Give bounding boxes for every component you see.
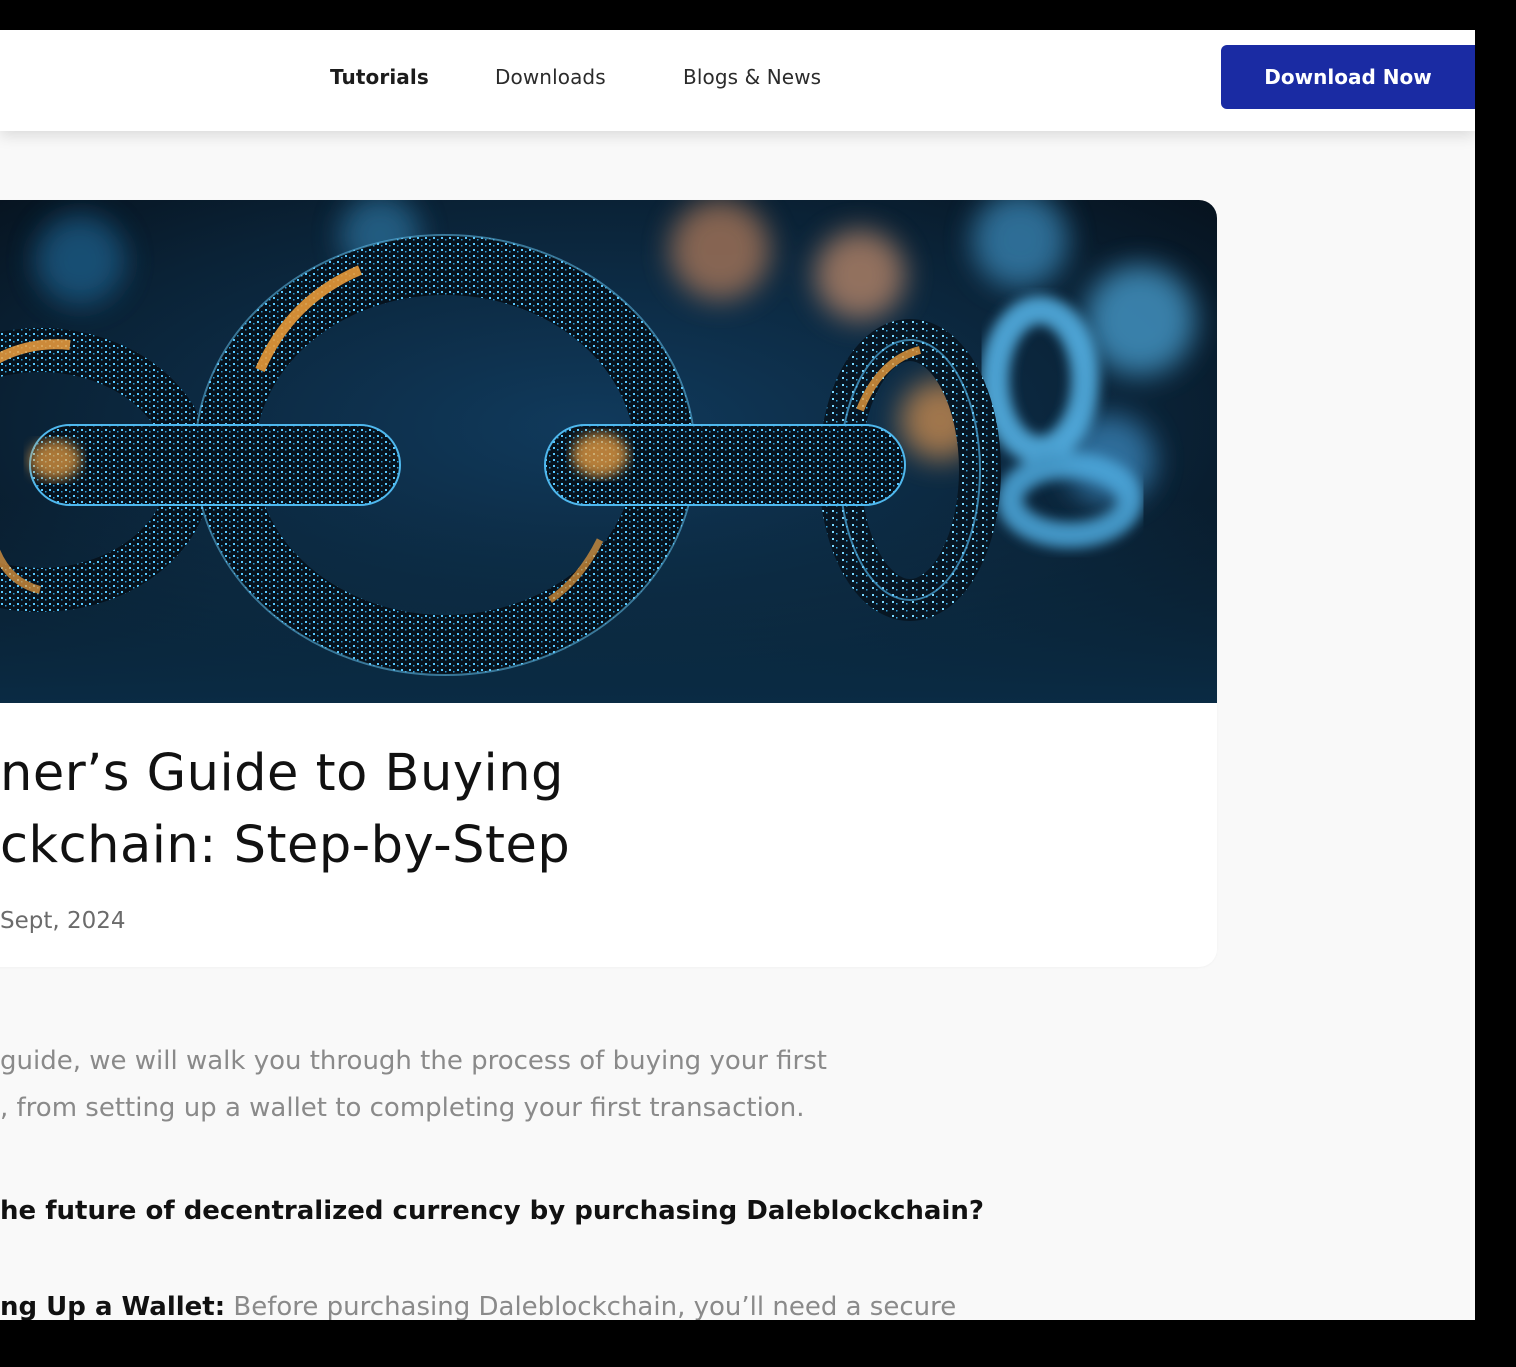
- article-question: he future of decentralized currency by p…: [0, 1196, 984, 1226]
- site-header: Tutorials Downloads Blogs & News Downloa…: [0, 30, 1475, 131]
- article-step-1: ng Up a Wallet: Before purchasing Dalebl…: [0, 1284, 956, 1320]
- hero-image: [0, 200, 1217, 703]
- article-date: Sept, 2024: [0, 908, 126, 934]
- lead-line-1: guide, we will walk you through the proc…: [0, 1046, 827, 1076]
- article-title-line-2: ckchain: Step-by-Step: [0, 816, 571, 875]
- article-lead: guide, we will walk you through the proc…: [0, 1038, 827, 1132]
- article-card: ner’s Guide to Buying ckchain: Step-by-S…: [0, 200, 1217, 967]
- nav-tutorials[interactable]: Tutorials: [330, 63, 429, 91]
- step-1-text: Before purchasing Daleblockchain, you’ll…: [225, 1292, 957, 1320]
- nav-downloads[interactable]: Downloads: [495, 63, 606, 91]
- lead-line-2: , from setting up a wallet to completing…: [0, 1093, 805, 1123]
- article-title: ner’s Guide to Buying ckchain: Step-by-S…: [0, 738, 570, 882]
- nav-blogs-news[interactable]: Blogs & News: [683, 63, 821, 91]
- article-title-line-1: ner’s Guide to Buying: [0, 744, 564, 803]
- download-now-button[interactable]: Download Now: [1221, 45, 1475, 109]
- step-1-label: ng Up a Wallet:: [0, 1292, 226, 1320]
- browser-viewport: Tutorials Downloads Blogs & News Downloa…: [0, 30, 1475, 1320]
